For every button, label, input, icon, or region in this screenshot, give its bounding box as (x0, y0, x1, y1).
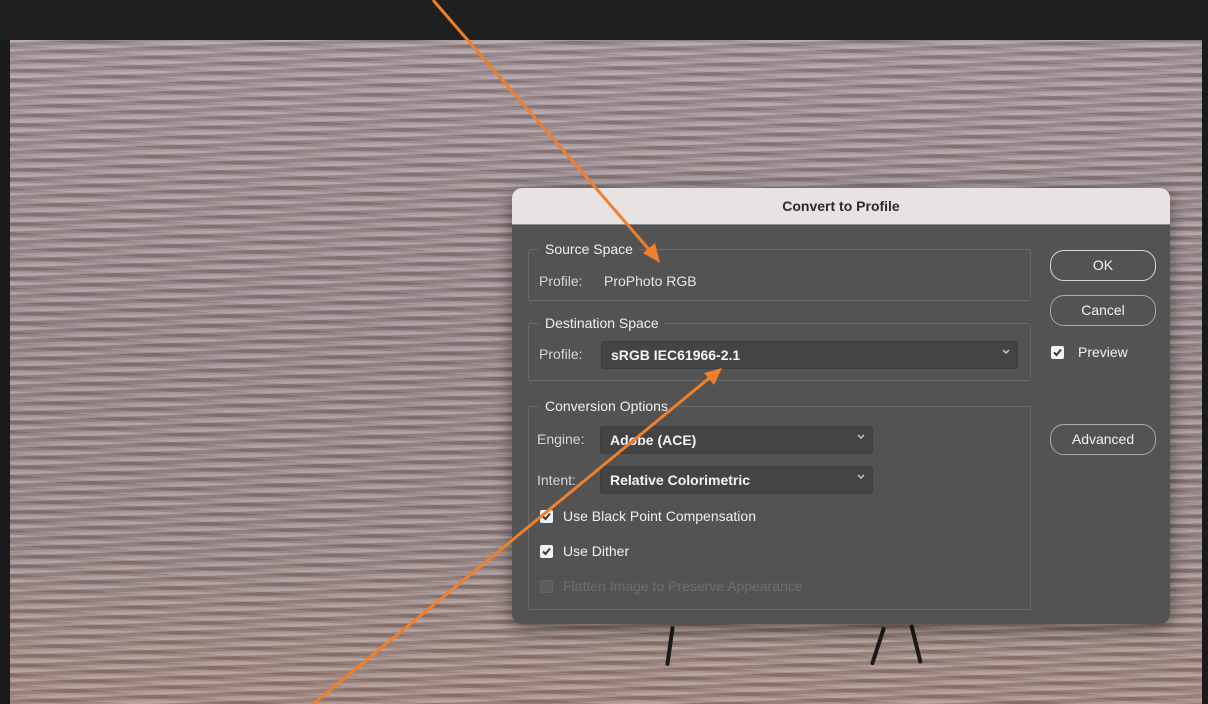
arrow-to-source-profile (431, 0, 660, 263)
arrow-to-destination-profile (312, 368, 722, 704)
annotation-arrows (312, 0, 722, 704)
